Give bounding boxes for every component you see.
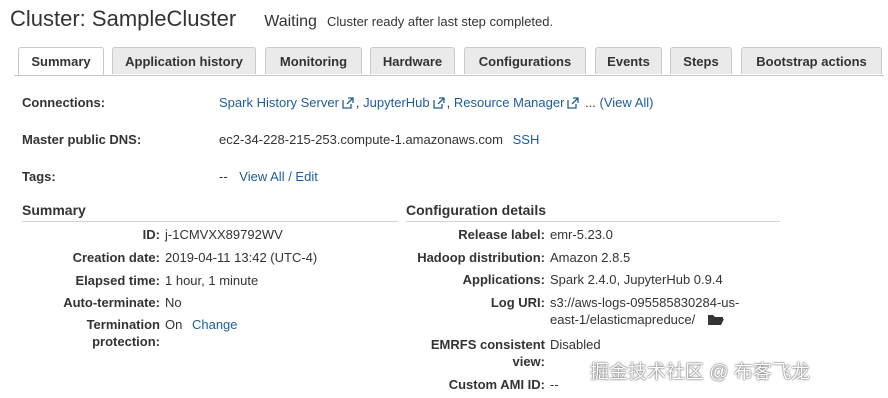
cluster-header: Cluster: SampleCluster Waiting Cluster r… xyxy=(10,6,553,38)
view-all-connections-link[interactable]: (View All) xyxy=(600,95,654,110)
tags-value-row: -- View All / Edit xyxy=(219,169,318,184)
spark-history-server-link[interactable]: Spark History Server xyxy=(219,95,339,110)
tags-label: Tags: xyxy=(22,169,56,184)
watermark-text: 掘金技术社区 @ 布客飞龙 xyxy=(590,362,810,383)
elapsed-time-value: 1 hour, 1 minute xyxy=(165,273,259,288)
release-label-label: Release label: xyxy=(458,227,545,242)
tab-bootstrap-actions[interactable]: Bootstrap actions xyxy=(741,47,882,74)
creation-date-value: 2019-04-11 13:42 (UTC-4) xyxy=(165,250,318,265)
view-edit-tags-link[interactable]: View All / Edit xyxy=(239,169,318,184)
tags-value: -- xyxy=(219,169,228,184)
custom-ami-id-label: Custom AMI ID: xyxy=(448,377,545,392)
applications-label: Applications: xyxy=(462,272,545,287)
connections-value: Spark History Server, JupyterHub, Resour… xyxy=(219,95,654,112)
summary-section-title: Summary xyxy=(22,202,86,218)
master-dns-value: ec2-34-228-215-253.compute-1.amazonaws.c… xyxy=(219,132,503,147)
applications-value: Spark 2.4.0, JupyterHub 0.9.4 xyxy=(550,272,723,287)
tab-hardware[interactable]: Hardware xyxy=(370,47,455,74)
master-dns-value-row: ec2-34-228-215-253.compute-1.amazonaws.c… xyxy=(219,132,539,147)
auto-terminate-label: Auto-terminate: xyxy=(63,295,160,310)
master-dns-label: Master public DNS: xyxy=(22,132,142,147)
tab-events[interactable]: Events xyxy=(595,47,662,74)
log-uri-value-row: s3://aws-logs-095585830284-us-east-1/ela… xyxy=(550,294,762,330)
external-link-icon[interactable] xyxy=(567,97,580,112)
ssh-link[interactable]: SSH xyxy=(513,132,540,147)
tab-configurations[interactable]: Configurations xyxy=(464,47,586,74)
emrfs-consistent-view-value: Disabled xyxy=(550,337,601,352)
configuration-section-title: Configuration details xyxy=(406,202,546,218)
log-uri-label: Log URI: xyxy=(490,295,545,310)
hadoop-distribution-label: Hadoop distribution: xyxy=(417,250,545,265)
cluster-id-value: j-1CMVXX89792WV xyxy=(165,227,283,242)
summary-divider xyxy=(22,221,398,222)
connections-ellipsis: ... xyxy=(585,95,596,110)
custom-ami-id-value: -- xyxy=(550,377,559,392)
folder-icon[interactable] xyxy=(707,313,725,330)
cluster-status-description: Cluster ready after last step completed. xyxy=(326,14,554,29)
cluster-status: Waiting xyxy=(264,13,317,30)
release-label-value: emr-5.23.0 xyxy=(550,227,613,242)
termination-protection-value-row: On Change xyxy=(165,316,238,333)
connections-label: Connections: xyxy=(22,95,106,110)
external-link-icon[interactable] xyxy=(342,97,354,112)
resource-manager-link[interactable]: Resource Manager xyxy=(454,95,565,110)
jupyterhub-link[interactable]: JupyterHub xyxy=(363,95,429,110)
termination-protection-value: On xyxy=(165,317,183,332)
tab-steps[interactable]: Steps xyxy=(670,47,732,74)
auto-terminate-value: No xyxy=(165,295,182,310)
emrfs-consistent-view-label: EMRFS consistent view: xyxy=(430,337,545,369)
creation-date-label: Creation date: xyxy=(72,250,160,265)
elapsed-time-label: Elapsed time: xyxy=(75,273,160,288)
hadoop-distribution-value: Amazon 2.8.5 xyxy=(550,250,631,265)
external-link-icon[interactable] xyxy=(432,97,445,112)
tab-monitoring[interactable]: Monitoring xyxy=(265,47,362,74)
tab-summary[interactable]: Summary xyxy=(18,47,104,75)
configuration-divider xyxy=(406,221,780,222)
termination-protection-label: Termination protection: xyxy=(86,317,160,349)
cluster-id-label: ID: xyxy=(142,227,160,242)
tab-application-history[interactable]: Application history xyxy=(112,47,256,74)
page-title: Cluster: SampleCluster xyxy=(10,6,237,31)
tab-bar: Summary Application history Monitoring H… xyxy=(14,47,884,76)
change-termination-protection-link[interactable]: Change xyxy=(192,317,238,332)
